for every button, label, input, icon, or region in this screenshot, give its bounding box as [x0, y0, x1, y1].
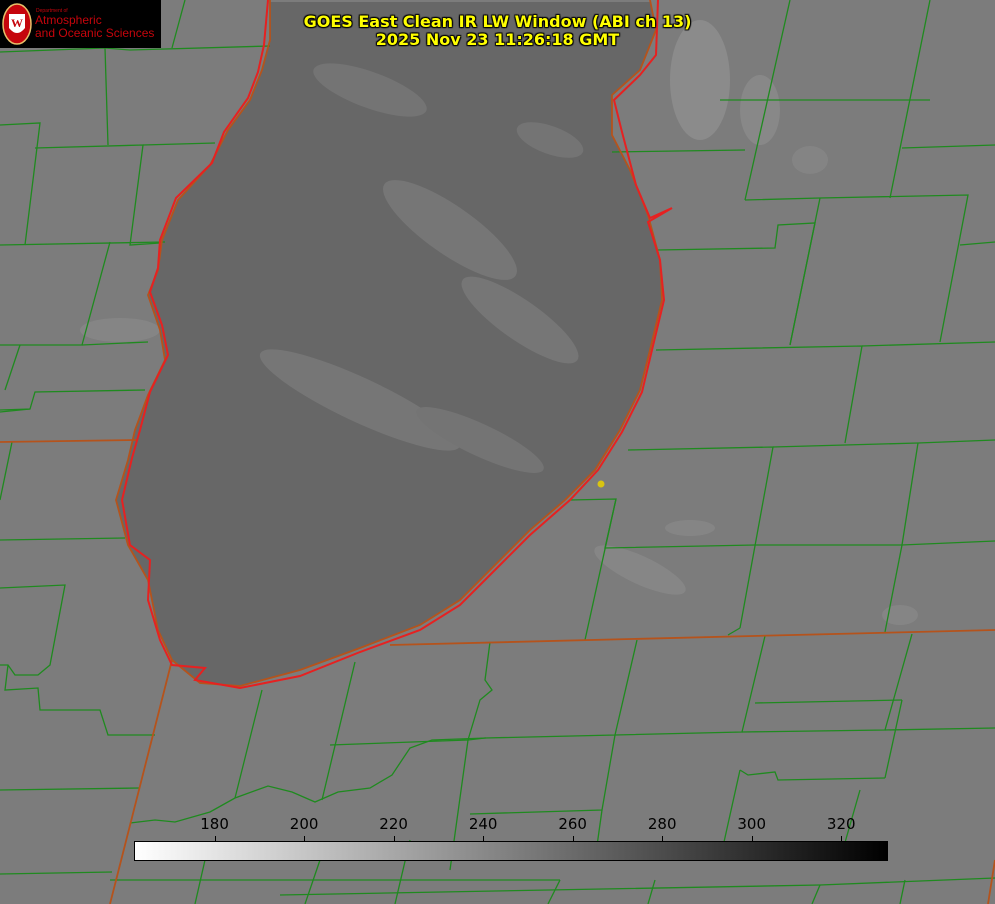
colorbar-tick-label: 220 [379, 815, 408, 833]
colorbar-tick-label: 240 [468, 815, 498, 833]
satellite-map [0, 0, 995, 904]
image-title: GOES East Clean IR LW Window (ABI ch 13) [303, 12, 692, 31]
colorbar-tick-label: 280 [647, 815, 677, 833]
colorbar-tick-label: 260 [558, 815, 587, 833]
colorbar-tick-label: 320 [826, 815, 856, 833]
colorbar-tick-label: 200 [289, 815, 319, 833]
colorbar [134, 841, 888, 861]
location-marker [597, 480, 605, 488]
image-timestamp: 2025 Nov 23 11:26:18 GMT [375, 30, 620, 49]
colorbar-tick-label: 300 [737, 815, 767, 833]
colorbar-tick-label: 180 [200, 815, 229, 833]
